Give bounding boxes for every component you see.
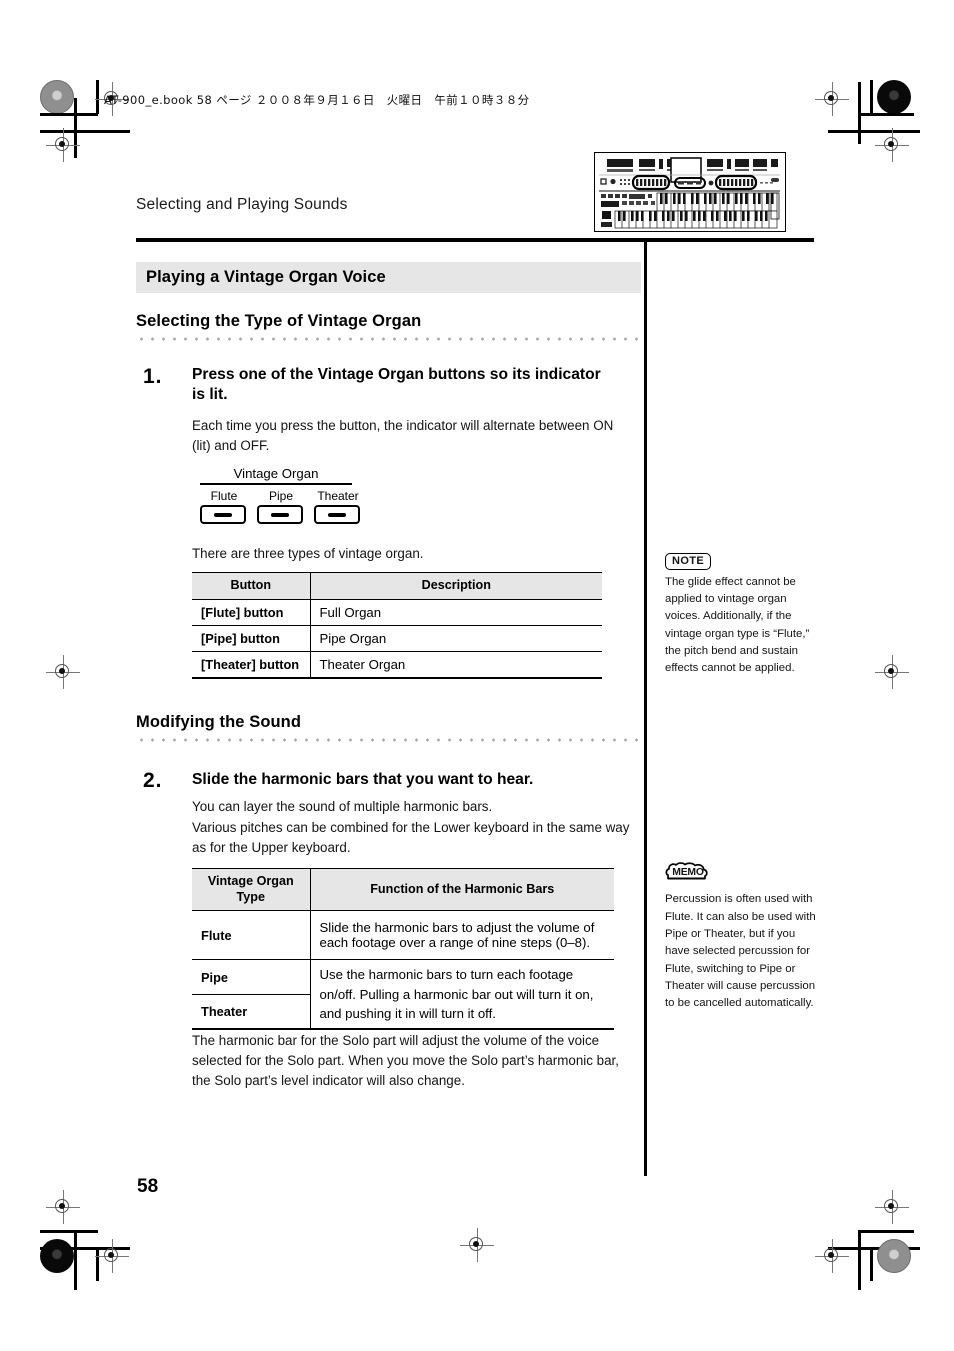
running-head: Selecting and Playing Sounds [136, 196, 348, 213]
side-note-percussion: MEMO Percussion is often used with Flute… [665, 862, 817, 1013]
cell-type-pipe: Pipe [192, 959, 311, 995]
roland-organ-illustration [594, 152, 786, 232]
table-header-row: Button Description [192, 572, 602, 600]
vintage-organ-button-pipe[interactable]: Pipe [257, 489, 305, 524]
note-badge-icon: NOTE [665, 553, 712, 570]
crop-mark-tr-h2 [858, 113, 914, 116]
registration-cross-bottom-center [460, 1228, 494, 1262]
density-patch-bottom-right [877, 1239, 911, 1273]
vintage-organ-group-underline [200, 483, 352, 485]
flute-indicator-icon [214, 512, 232, 517]
step-2-number: 2. [143, 769, 163, 792]
vintage-organ-button-theater-label: Theater [317, 488, 359, 503]
vintage-organ-button-flute[interactable]: Flute [200, 489, 248, 524]
side-note-glide: NOTE The glide effect cannot be applied … [665, 553, 817, 678]
registration-cross-top-right [815, 82, 849, 116]
density-patch-bottom-left [40, 1239, 74, 1273]
vintage-organ-button-theater[interactable]: Theater [314, 489, 362, 524]
table-harmonic-bar-functions: Vintage Organ Type Function of the Harmo… [192, 867, 614, 1030]
side-note-percussion-text: Percussion is often used with Flute. It … [665, 893, 816, 1010]
header-line-2: Type [236, 889, 265, 904]
three-types-caption: There are three types of vintage organ. [192, 546, 424, 561]
step-2-title: Slide the harmonic bars that you want to… [192, 771, 534, 788]
page-number: 58 [137, 1176, 159, 1197]
subsection-heading-selecting-type: Selecting the Type of Vintage Organ [136, 312, 422, 330]
table-button-descriptions: Button Description [Flute] button Full O… [192, 572, 602, 679]
registration-cross-left-middle [46, 655, 80, 689]
vintage-organ-button-flute-label: Flute [210, 488, 238, 503]
memo-badge-icon: MEMO [665, 862, 711, 882]
cell-function-pipe-theater: Use the harmonic bars to turn each foota… [310, 959, 614, 1030]
sidebar-divider [644, 240, 647, 1176]
registration-cross-right-middle [875, 655, 909, 689]
organ-panel-drawing [595, 153, 784, 230]
registration-cross-bottom-left [95, 1239, 129, 1273]
step-1-title: Press one of the Vintage Organ buttons s… [192, 366, 601, 404]
crop-mark-tr-v2 [870, 80, 873, 116]
header-rule [136, 238, 814, 242]
registration-cross-left-lower [46, 1190, 80, 1224]
step-2-body-line1: You can layer the sound of multiple harm… [192, 799, 493, 814]
table-row: [Pipe] button Pipe Organ [192, 625, 602, 652]
table-header-vintage-organ-type: Vintage Organ Type [192, 867, 311, 912]
table-row: Pipe Use the harmonic bars to turn each … [192, 959, 614, 1030]
density-patch-top-left [40, 80, 74, 114]
flute-button-body[interactable] [200, 504, 246, 524]
cell-type-flute: Flute [192, 910, 311, 961]
cell-description-theater: Theater Organ [310, 651, 602, 679]
cell-description-pipe: Pipe Organ [310, 625, 602, 652]
table-header-description: Description [310, 572, 602, 600]
registration-cross-right-lower [875, 1190, 909, 1224]
solo-part-note: The harmonic bar for the Solo part will … [192, 1033, 619, 1089]
cell-button-pipe: [Pipe] button [192, 625, 311, 652]
pipe-indicator-icon [271, 512, 289, 517]
subsection-heading-modifying-sound: Modifying the Sound [136, 713, 302, 731]
crop-mark-bl-v [74, 1230, 77, 1290]
crop-mark-br-h2 [858, 1230, 914, 1233]
step-2-body-line2: Various pitches can be combined for the … [192, 820, 630, 856]
crop-mark-br-v [858, 1230, 861, 1290]
vintage-organ-button-figure: Vintage Organ Flute Pipe Theater [200, 466, 362, 524]
crop-mark-tl-h2 [40, 113, 98, 116]
theater-button-body[interactable] [314, 504, 360, 524]
vintage-organ-group-label: Vintage Organ [233, 466, 319, 481]
side-note-glide-text: The glide effect cannot be applied to vi… [665, 575, 810, 675]
step-1-body: Each time you press the button, the indi… [192, 418, 614, 454]
step-1-number: 1. [143, 365, 163, 388]
table-row: [Theater] button Theater Organ [192, 651, 602, 679]
section-title-bar: Playing a Vintage Organ Voice [136, 262, 641, 293]
cell-button-theater: [Theater] button [192, 651, 311, 679]
dotted-rule-2 [136, 738, 641, 742]
cell-type-theater: Theater [192, 994, 311, 1030]
memo-badge-label: MEMO [672, 867, 704, 878]
cell-description-flute: Full Organ [310, 599, 602, 626]
table-header-row: Vintage Organ Type Function of the Harmo… [192, 867, 614, 912]
pipe-button-body[interactable] [257, 504, 303, 524]
cell-function-flute: Slide the harmonic bars to adjust the vo… [310, 910, 614, 961]
header-line-1: Vintage Organ [207, 874, 294, 888]
vintage-organ-button-pipe-label: Pipe [268, 488, 294, 503]
table-header-button: Button [192, 572, 311, 600]
crop-mark-bl-h2 [40, 1230, 98, 1233]
density-patch-top-right [877, 80, 911, 114]
section-title: Playing a Vintage Organ Voice [146, 268, 386, 286]
table-header-function: Function of the Harmonic Bars [310, 867, 614, 912]
crop-mark-br-v2 [870, 1247, 873, 1281]
theater-indicator-icon [328, 512, 346, 517]
table-row: [Flute] button Full Organ [192, 599, 602, 626]
dotted-rule-1 [136, 337, 641, 341]
book-file-header: AT-900_e.book 58 ページ ２００８年９月１６日 火曜日 午前１０… [104, 93, 530, 107]
table-row: Flute Slide the harmonic bars to adjust … [192, 910, 614, 961]
registration-cross-right-upper [875, 128, 909, 162]
registration-cross-left-upper [46, 128, 80, 162]
registration-cross-bottom-right [815, 1239, 849, 1273]
cell-button-flute: [Flute] button [192, 599, 311, 626]
